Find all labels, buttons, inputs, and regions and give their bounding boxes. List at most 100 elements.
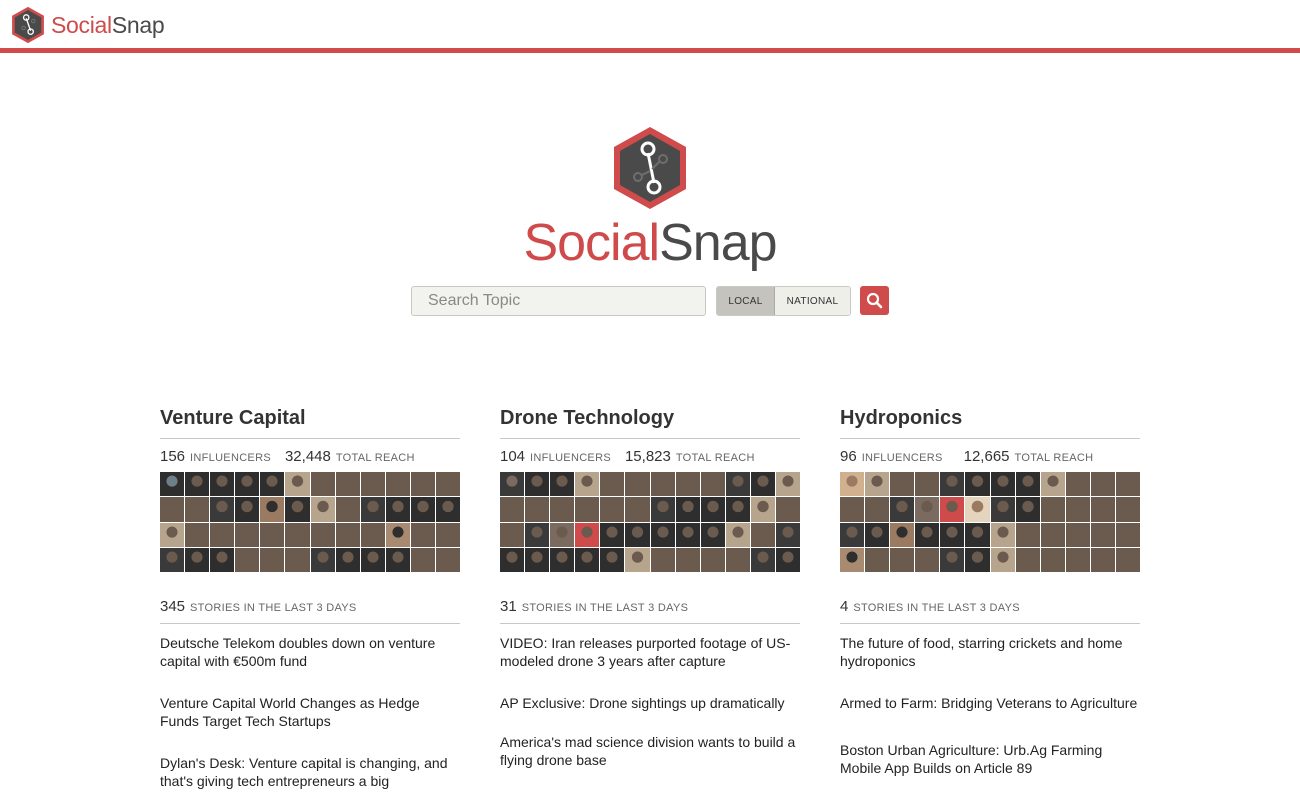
story-link[interactable]: The future of food, starring crickets an… xyxy=(840,634,1140,670)
influencer-avatar[interactable] xyxy=(335,547,360,572)
influencer-avatar[interactable] xyxy=(840,472,865,497)
influencer-avatar[interactable] xyxy=(865,472,890,497)
influencer-avatar[interactable] xyxy=(435,547,460,572)
influencer-avatar[interactable] xyxy=(310,522,335,547)
story-link[interactable]: VIDEO: Iran releases purported footage o… xyxy=(500,634,800,670)
influencer-avatar[interactable] xyxy=(500,497,525,522)
influencer-avatar[interactable] xyxy=(675,547,700,572)
influencer-avatar[interactable] xyxy=(1065,547,1090,572)
influencer-avatar[interactable] xyxy=(1115,522,1140,547)
influencer-avatar[interactable] xyxy=(990,547,1015,572)
influencer-avatar[interactable] xyxy=(235,497,260,522)
influencer-avatar[interactable] xyxy=(1065,522,1090,547)
influencer-avatar[interactable] xyxy=(1090,547,1115,572)
influencer-avatar[interactable] xyxy=(990,497,1015,522)
influencer-photo-grid[interactable] xyxy=(840,472,1140,572)
scope-local-button[interactable]: LOCAL xyxy=(717,287,775,315)
influencer-avatar[interactable] xyxy=(940,522,965,547)
influencer-avatar[interactable] xyxy=(1040,497,1065,522)
influencer-avatar[interactable] xyxy=(1065,497,1090,522)
influencer-avatar[interactable] xyxy=(700,522,725,547)
influencer-avatar[interactable] xyxy=(1090,497,1115,522)
story-link[interactable]: America's mad science division wants to … xyxy=(500,733,800,769)
influencer-avatar[interactable] xyxy=(675,472,700,497)
influencer-avatar[interactable] xyxy=(990,472,1015,497)
influencer-avatar[interactable] xyxy=(575,522,600,547)
influencer-avatar[interactable] xyxy=(840,497,865,522)
influencer-avatar[interactable] xyxy=(775,497,800,522)
search-input[interactable] xyxy=(411,286,706,316)
influencer-avatar[interactable] xyxy=(1115,547,1140,572)
influencer-avatar[interactable] xyxy=(360,472,385,497)
influencer-avatar[interactable] xyxy=(285,472,310,497)
influencer-avatar[interactable] xyxy=(235,472,260,497)
influencer-avatar[interactable] xyxy=(990,522,1015,547)
influencer-avatar[interactable] xyxy=(285,547,310,572)
influencer-avatar[interactable] xyxy=(1090,472,1115,497)
influencer-avatar[interactable] xyxy=(775,522,800,547)
story-link[interactable]: Deutsche Telekom doubles down on venture… xyxy=(160,634,460,670)
influencer-avatar[interactable] xyxy=(675,497,700,522)
scope-national-button[interactable]: NATIONAL xyxy=(775,287,850,315)
influencer-avatar[interactable] xyxy=(575,497,600,522)
influencer-avatar[interactable] xyxy=(965,522,990,547)
influencer-avatar[interactable] xyxy=(500,547,525,572)
influencer-avatar[interactable] xyxy=(865,522,890,547)
influencer-avatar[interactable] xyxy=(650,547,675,572)
influencer-avatar[interactable] xyxy=(310,472,335,497)
influencer-avatar[interactable] xyxy=(600,472,625,497)
influencer-avatar[interactable] xyxy=(410,547,435,572)
influencer-avatar[interactable] xyxy=(435,497,460,522)
influencer-avatar[interactable] xyxy=(865,547,890,572)
influencer-avatar[interactable] xyxy=(650,522,675,547)
influencer-avatar[interactable] xyxy=(865,497,890,522)
influencer-avatar[interactable] xyxy=(260,547,285,572)
search-button[interactable] xyxy=(860,286,889,315)
influencer-avatar[interactable] xyxy=(840,522,865,547)
influencer-avatar[interactable] xyxy=(260,472,285,497)
influencer-avatar[interactable] xyxy=(1040,547,1065,572)
influencer-avatar[interactable] xyxy=(210,472,235,497)
influencer-avatar[interactable] xyxy=(260,522,285,547)
influencer-avatar[interactable] xyxy=(965,497,990,522)
influencer-avatar[interactable] xyxy=(625,472,650,497)
influencer-avatar[interactable] xyxy=(700,472,725,497)
influencer-avatar[interactable] xyxy=(210,547,235,572)
influencer-avatar[interactable] xyxy=(360,522,385,547)
story-link[interactable]: Armed to Farm: Bridging Veterans to Agri… xyxy=(840,694,1140,712)
influencer-avatar[interactable] xyxy=(625,547,650,572)
influencer-avatar[interactable] xyxy=(575,547,600,572)
influencer-avatar[interactable] xyxy=(1040,472,1065,497)
influencer-avatar[interactable] xyxy=(260,497,285,522)
influencer-avatar[interactable] xyxy=(410,497,435,522)
influencer-avatar[interactable] xyxy=(965,547,990,572)
influencer-avatar[interactable] xyxy=(1015,497,1040,522)
influencer-avatar[interactable] xyxy=(725,472,750,497)
influencer-avatar[interactable] xyxy=(725,497,750,522)
influencer-avatar[interactable] xyxy=(940,472,965,497)
influencer-avatar[interactable] xyxy=(940,547,965,572)
influencer-avatar[interactable] xyxy=(160,472,185,497)
influencer-avatar[interactable] xyxy=(435,522,460,547)
topic-title-link[interactable]: Drone Technology xyxy=(500,403,800,433)
influencer-avatar[interactable] xyxy=(185,497,210,522)
influencer-avatar[interactable] xyxy=(890,522,915,547)
influencer-avatar[interactable] xyxy=(915,497,940,522)
influencer-avatar[interactable] xyxy=(890,497,915,522)
influencer-avatar[interactable] xyxy=(1040,522,1065,547)
influencer-avatar[interactable] xyxy=(775,547,800,572)
influencer-avatar[interactable] xyxy=(335,522,360,547)
influencer-avatar[interactable] xyxy=(550,522,575,547)
influencer-avatar[interactable] xyxy=(410,472,435,497)
influencer-avatar[interactable] xyxy=(285,522,310,547)
influencer-avatar[interactable] xyxy=(235,547,260,572)
story-link[interactable]: Boston Urban Agriculture: Urb.Ag Farming… xyxy=(840,741,1140,777)
influencer-avatar[interactable] xyxy=(890,472,915,497)
influencer-avatar[interactable] xyxy=(600,547,625,572)
influencer-photo-grid[interactable] xyxy=(160,472,460,572)
influencer-avatar[interactable] xyxy=(1015,547,1040,572)
influencer-avatar[interactable] xyxy=(285,497,310,522)
influencer-avatar[interactable] xyxy=(1115,497,1140,522)
topic-title-link[interactable]: Venture Capital xyxy=(160,403,460,433)
influencer-avatar[interactable] xyxy=(160,522,185,547)
